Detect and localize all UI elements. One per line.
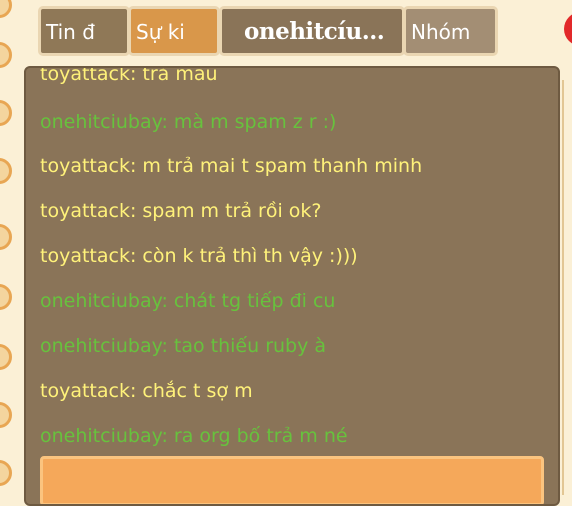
- decor-scallop: [0, 344, 12, 370]
- chat-message: onehitciubay: mà m spam z r :): [40, 111, 337, 133]
- chat-message: toyattack: trả mau: [40, 66, 218, 85]
- chat-message: onehitciubay: chát tg tiếp đi cu: [40, 290, 336, 312]
- chat-message: toyattack: chắc t sợ m: [40, 380, 253, 402]
- decor-scallop: [0, 158, 12, 184]
- decorative-border: [0, 0, 16, 495]
- chat-panel[interactable]: toyattack: trả mau onehitciubay: mà m sp…: [24, 66, 560, 506]
- decor-scallop: [0, 0, 12, 18]
- decor-scallop: [0, 224, 12, 250]
- decor-scallop: [0, 284, 12, 310]
- decor-scallop: [0, 100, 12, 126]
- right-side-panel-edge: [562, 80, 572, 495]
- chat-message: toyattack: m trả mai t spam thanh minh: [40, 155, 423, 177]
- decor-scallop: [0, 402, 12, 428]
- notification-badge[interactable]: [564, 12, 572, 46]
- chat-input[interactable]: [40, 456, 544, 504]
- tab-news[interactable]: Tin đ: [38, 6, 130, 56]
- chat-message: toyattack: còn k trả thì th vậy :))): [40, 245, 358, 267]
- chat-message: toyattack: spam m trả rồi ok?: [40, 200, 322, 222]
- tab-events[interactable]: Sự ki: [128, 6, 220, 56]
- tab-group[interactable]: Nhóm: [403, 6, 498, 56]
- tab-private-chat[interactable]: onehitcíu...: [219, 6, 405, 56]
- chat-message: onehitciubay: ra org bố trả m né: [40, 425, 348, 447]
- decor-scallop: [0, 460, 12, 486]
- chat-message: onehitciubay: tao thiếu ruby à: [40, 335, 327, 357]
- decor-scallop: [0, 42, 12, 68]
